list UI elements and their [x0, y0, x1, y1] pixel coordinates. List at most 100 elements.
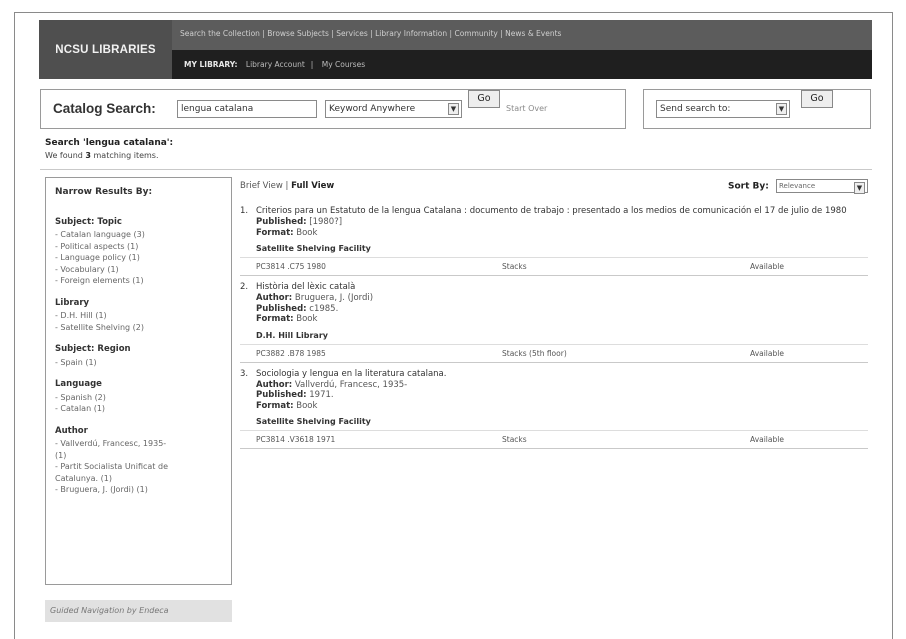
facet-heading: Subject: Topic	[55, 216, 122, 227]
facet-link[interactable]: - Partit Socialista Unificat de	[55, 461, 222, 473]
my-library-label: MY LIBRARY:	[184, 60, 238, 69]
catalog-search-label: Catalog Search:	[53, 101, 156, 116]
published-value: 1971.	[309, 390, 334, 400]
call-number[interactable]: PC3882 .B78 1985	[256, 349, 326, 358]
holding-library: D.H. Hill Library	[256, 330, 328, 340]
author-value[interactable]: Bruguera, J. (Jordi)	[295, 293, 373, 303]
result-title-link[interactable]: Criterios para un Estatuto de la lengua …	[256, 206, 868, 217]
author-value[interactable]: Vallverdú, Francesc, 1935-	[295, 380, 407, 390]
published-value: c1985.	[309, 303, 339, 314]
result-number: 1.	[240, 206, 249, 216]
facet-link[interactable]: - Vocabulary (1)	[55, 264, 222, 276]
nav-link-library-information[interactable]: Library Information	[375, 29, 447, 38]
found-suffix: matching items.	[93, 151, 159, 160]
search-input[interactable]: lengua catalana	[177, 100, 317, 118]
facets-title: Narrow Results By:	[55, 187, 153, 197]
facet-link[interactable]: - D.H. Hill (1)	[55, 310, 222, 322]
facet-link[interactable]: - Catalan language (3)	[55, 229, 222, 241]
search-scope-select[interactable]: Keyword Anywhere ▼	[325, 100, 462, 118]
facet-link[interactable]: - Political aspects (1)	[55, 241, 222, 253]
holding-status: Available	[750, 435, 784, 444]
chevron-down-icon: ▼	[448, 103, 459, 115]
holding-row: PC3814 .C75 1980 Stacks Available	[240, 257, 868, 275]
format-value: Book	[296, 400, 318, 411]
view-toggle-bar: Brief View | Full View Sort By: Relevanc…	[240, 179, 868, 197]
send-search-value: Send search to:	[660, 104, 731, 114]
published-label: Published:	[256, 217, 307, 227]
result-item: 2. Història del lèxic català Author: Bru…	[240, 276, 868, 363]
nav-link-search-collection[interactable]: Search the Collection	[180, 29, 260, 38]
facet-link[interactable]: - Foreign elements (1)	[55, 275, 222, 287]
result-title-link[interactable]: Història del lèxic català	[256, 282, 868, 293]
sort-select[interactable]: Relevance ▼	[776, 179, 868, 194]
send-go-button[interactable]: Go	[801, 90, 833, 108]
published-label: Published:	[256, 303, 307, 314]
divider	[40, 169, 872, 170]
chevron-down-icon: ▼	[776, 103, 787, 115]
send-search-select[interactable]: Send search to: ▼	[656, 100, 790, 118]
full-view-label: Full View	[291, 181, 335, 191]
facet-link[interactable]: - Spain (1)	[55, 357, 222, 369]
search-go-button[interactable]: Go	[468, 90, 500, 108]
result-item: 1. Criterios para un Estatuto de la leng…	[240, 197, 868, 276]
facet-link[interactable]: (1)	[55, 450, 222, 462]
results-list: Brief View | Full View Sort By: Relevanc…	[240, 179, 868, 449]
format-value: Book	[296, 227, 318, 238]
facet-group-author: Author - Vallverdú, Francesc, 1935- (1) …	[55, 426, 222, 496]
sort-value: Relevance	[779, 182, 816, 190]
guided-navigation-credit: Guided Navigation by Endeca	[45, 600, 232, 622]
nav-link-browse-subjects[interactable]: Browse Subjects	[267, 29, 329, 38]
facet-link[interactable]: - Satellite Shelving (2)	[55, 322, 222, 334]
catalog-search-bar: Catalog Search: lengua catalana Keyword …	[40, 89, 626, 129]
found-prefix: We found	[45, 151, 83, 160]
brief-view-link[interactable]: Brief View	[240, 181, 283, 191]
view-separator: |	[285, 181, 289, 191]
result-title-link[interactable]: Sociologia y lengua en la literatura cat…	[256, 369, 868, 380]
ncsu-libraries-logo[interactable]: NCSU LIBRARIES	[39, 20, 172, 79]
facet-link[interactable]: - Language policy (1)	[55, 252, 222, 264]
result-number: 2.	[240, 282, 249, 292]
nav-link-my-courses[interactable]: My Courses	[322, 60, 365, 69]
holding-row: PC3814 .V3618 1971 Stacks Available	[240, 430, 868, 448]
facet-group-library: Library - D.H. Hill (1) - Satellite Shel…	[55, 298, 222, 334]
send-search-bar: Send search to: ▼ Go	[643, 89, 871, 129]
holding-location: Stacks	[502, 262, 527, 271]
top-navigation: Search the Collection | Browse Subjects …	[172, 20, 872, 50]
start-over-link[interactable]: Start Over	[506, 104, 547, 113]
facet-heading: Language	[55, 379, 102, 389]
facet-link[interactable]: - Bruguera, J. (Jordi) (1)	[55, 484, 222, 496]
facet-heading: Library	[55, 297, 90, 308]
facets-panel: Narrow Results By: Subject: Topic - Cata…	[45, 177, 232, 585]
facet-link[interactable]: - Spanish (2)	[55, 392, 222, 404]
my-library-bar: MY LIBRARY: Library Account | My Courses	[172, 50, 872, 79]
format-label: Format:	[256, 227, 294, 238]
results-count-text: We found 3 matching items.	[45, 151, 159, 160]
search-scope-value: Keyword Anywhere	[329, 104, 416, 114]
facet-link[interactable]: Catalunya. (1)	[55, 473, 222, 485]
facet-link[interactable]: - Vallverdú, Francesc, 1935-	[55, 438, 222, 450]
holding-location: Stacks	[502, 435, 527, 444]
nav-link-services[interactable]: Services	[336, 29, 368, 38]
holding-library: Satellite Shelving Facility	[256, 417, 371, 426]
call-number[interactable]: PC3814 .V3618 1971	[256, 435, 335, 444]
format-value: Book	[296, 314, 318, 324]
holding-row: PC3882 .B78 1985 Stacks (5th floor) Avai…	[240, 343, 868, 362]
facet-group-subject-region: Subject: Region - Spain (1)	[55, 344, 222, 368]
result-item: 3. Sociologia y lengua en la literatura …	[240, 363, 868, 449]
facet-link[interactable]: - Catalan (1)	[55, 403, 222, 415]
holding-library: Satellite Shelving Facility	[256, 244, 371, 253]
sort-label: Sort By:	[727, 181, 769, 192]
chevron-down-icon: ▼	[854, 182, 865, 194]
nav-link-community[interactable]: Community	[454, 29, 497, 38]
author-label: Author:	[256, 293, 293, 303]
published-label: Published:	[256, 390, 307, 400]
sort-control: Sort By: Relevance ▼	[727, 179, 868, 194]
facet-group-language: Language - Spanish (2) - Catalan (1)	[55, 379, 222, 415]
call-number[interactable]: PC3814 .C75 1980	[256, 262, 326, 271]
holding-status: Available	[750, 348, 784, 358]
nav-link-library-account[interactable]: Library Account	[246, 60, 305, 69]
holding-location: Stacks (5th floor)	[502, 348, 567, 358]
result-count: 3	[85, 151, 91, 160]
format-label: Format:	[256, 314, 294, 324]
nav-link-news-events[interactable]: News & Events	[505, 29, 561, 38]
